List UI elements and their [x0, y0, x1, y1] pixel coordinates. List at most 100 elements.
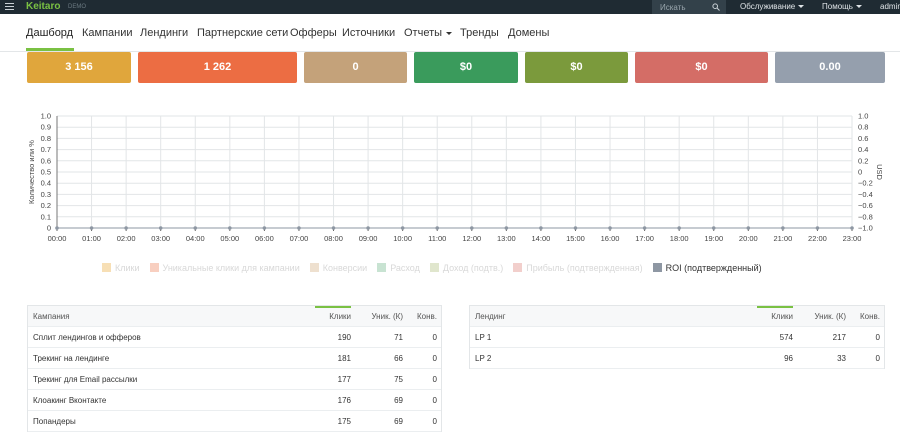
data-point	[815, 226, 820, 230]
stat-box-revenue: $0	[525, 52, 628, 83]
legend-item[interactable]: Клики	[102, 263, 140, 273]
search-icon[interactable]	[712, 3, 720, 11]
nav-offers[interactable]: Офферы	[290, 27, 337, 40]
data-point	[366, 226, 370, 230]
table-row[interactable]: LP 1 574 217 0	[470, 327, 884, 348]
table-cell: Попандеры	[33, 417, 76, 426]
stat-box-profit: $0	[635, 52, 768, 83]
x-tick-label: 21:00	[773, 234, 792, 243]
legend-swatch	[513, 263, 523, 272]
column-header[interactable]: Кампания	[33, 306, 303, 327]
column-header[interactable]: Конв.	[411, 306, 437, 327]
data-point	[711, 226, 716, 230]
table-cell: Сплит лендингов и офферов	[33, 333, 141, 342]
table-cell: 66	[394, 354, 403, 363]
table-cell: 574	[779, 333, 793, 342]
table-row[interactable]: LP 2 96 33 0	[470, 348, 884, 369]
table-cell: Трекинг на лендинге	[33, 354, 110, 363]
service-menu[interactable]: Обслуживание	[740, 1, 805, 13]
table-cell: 0	[875, 354, 880, 363]
chevron-down-icon	[855, 5, 862, 9]
legend-item[interactable]: Уникальные клики для кампании	[149, 263, 300, 273]
help-menu[interactable]: Помощь	[822, 1, 862, 13]
campaigns-table: Кампания Клики Уник. (К) Конв. Сплит лендинг…	[27, 305, 442, 432]
column-header[interactable]: Уник. (К)	[803, 306, 846, 327]
y2-tick-label: −0.6	[858, 201, 873, 210]
y2-tick-label: 0.4	[858, 145, 868, 154]
table-row[interactable]: Попандеры 175 69 0	[28, 411, 441, 432]
column-header[interactable]: Лендинг	[475, 306, 745, 327]
table-cell: 181	[337, 354, 351, 363]
table-cell: 33	[837, 354, 846, 363]
table-row[interactable]: Клоакинг Вконтакте 176 69 0	[28, 390, 441, 411]
x-tick-label: 10:00	[393, 234, 412, 243]
x-tick-label: 17:00	[635, 234, 654, 243]
column-header[interactable]: Клики	[313, 306, 351, 327]
nav-reports-label: Отчеты	[404, 27, 443, 39]
legend-item[interactable]: Расход	[377, 263, 420, 273]
x-tick-label: 03:00	[151, 234, 170, 243]
column-header[interactable]: Уник. (К)	[361, 306, 403, 327]
brand-logo[interactable]: Keitaro	[26, 1, 60, 13]
x-tick-label: 05:00	[220, 234, 239, 243]
y2-tick-label: 0.6	[858, 134, 868, 143]
hourly-chart: 0 −1.0 0.1 −0.8 0.2 −0.6 0.3 −0.4 0.4 −0.2 0.5 0 0.6…	[27, 112, 884, 244]
user-menu[interactable]: admin	[880, 1, 900, 13]
column-header[interactable]: Конв.	[854, 306, 880, 327]
data-point	[573, 226, 578, 230]
x-tick-label: 07:00	[290, 234, 309, 243]
table-cell: 69	[394, 417, 403, 426]
legend-swatch	[429, 263, 439, 272]
legend-item[interactable]: Прибыль (подтвержденная)	[513, 263, 643, 273]
nav-campaigns[interactable]: Кампании	[82, 27, 133, 40]
x-tick-label: 20:00	[739, 234, 758, 243]
legend-item[interactable]: Конверсии	[309, 263, 367, 273]
table-row[interactable]: Трекинг для Email рассылки 177 75 0	[28, 369, 441, 390]
table-header-row: Кампания Клики Уник. (К) Конв.	[28, 306, 441, 327]
legend-item[interactable]: ROI (подтвержденный)	[652, 263, 762, 273]
table-row[interactable]: Трекинг на лендинге 181 66 0	[28, 348, 441, 369]
table-cell: 0	[875, 333, 880, 342]
legend-swatch	[102, 263, 111, 272]
data-point	[504, 226, 509, 230]
legend-swatch	[309, 263, 319, 272]
y2-tick-label: −0.2	[858, 179, 873, 188]
menu-icon[interactable]	[5, 3, 14, 11]
table-cell: 175	[337, 417, 351, 426]
chevron-down-icon	[446, 31, 453, 35]
data-point	[539, 226, 543, 230]
y2-tick-label: −1.0	[858, 224, 873, 233]
x-tick-label: 09:00	[359, 234, 378, 243]
legend-label: Расход	[390, 263, 420, 273]
data-point	[400, 226, 405, 230]
nav-trends[interactable]: Тренды	[460, 27, 499, 40]
table-cell: 190	[337, 333, 351, 342]
nav-dashboard[interactable]: Дашборд	[26, 27, 73, 40]
data-point	[124, 226, 128, 230]
y2-tick-label: 0	[858, 168, 862, 177]
nav-sources[interactable]: Источники	[342, 27, 395, 40]
x-tick-label: 12:00	[462, 234, 481, 243]
help-menu-label: Помощь	[822, 2, 853, 11]
legend-label: Клики	[115, 263, 140, 273]
nav-reports[interactable]: Отчеты	[404, 27, 453, 40]
x-tick-label: 00:00	[48, 234, 67, 243]
y2-tick-label: 1.0	[858, 112, 868, 121]
stat-box-cost: $0	[414, 52, 518, 83]
y2-tick-label: −0.8	[858, 212, 873, 221]
nav-domains[interactable]: Домены	[508, 27, 549, 40]
data-point	[642, 226, 647, 230]
y2-axis-title: USD	[875, 164, 884, 180]
x-tick-label: 14:00	[532, 234, 551, 243]
sort-indicator	[757, 306, 793, 308]
column-header[interactable]: Клики	[755, 306, 793, 327]
data-point	[228, 226, 232, 230]
table-row[interactable]: Сплит лендингов и офферов 190 71 0	[28, 327, 441, 348]
search-input[interactable]	[652, 0, 712, 14]
data-point	[469, 226, 474, 230]
y-tick-label: 0	[47, 224, 51, 233]
nav-landings[interactable]: Лендинги	[140, 27, 188, 40]
nav-affiliate-networks[interactable]: Партнерские сети	[197, 27, 288, 40]
table-cell: LP 1	[475, 333, 492, 342]
legend-item[interactable]: Доход (подтв.)	[429, 263, 503, 273]
